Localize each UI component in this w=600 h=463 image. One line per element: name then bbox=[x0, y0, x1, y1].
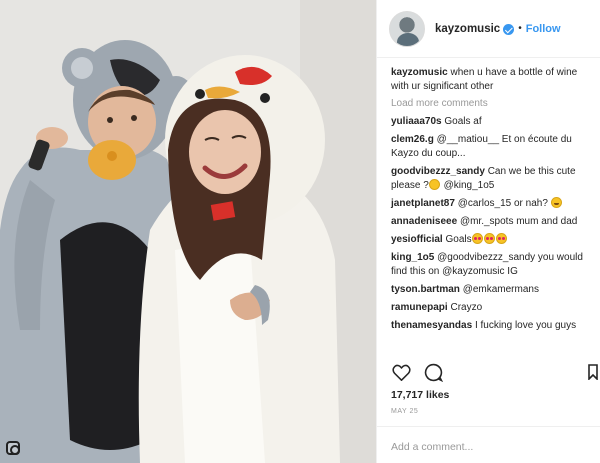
comment-text: Goals bbox=[445, 234, 472, 245]
smile-emoji-icon bbox=[428, 179, 440, 190]
heart-icon[interactable] bbox=[391, 362, 411, 382]
comment-icon[interactable] bbox=[423, 362, 443, 382]
comment-input-bar bbox=[377, 426, 600, 463]
comment-username[interactable]: king_1o5 bbox=[391, 252, 434, 263]
verified-badge-icon bbox=[503, 24, 515, 35]
comment-list: kayzomusic when u have a bottle of wine … bbox=[377, 66, 600, 337]
comment-item: yesiofficial Goals bbox=[391, 233, 589, 247]
comment-username[interactable]: yuliaaa70s bbox=[391, 116, 442, 127]
comment-item: goodvibezzz_sandy Can we be this cute pl… bbox=[391, 165, 589, 193]
comment-item: ramunepapi Crayzo bbox=[391, 301, 589, 315]
add-comment-input[interactable] bbox=[391, 441, 587, 453]
separator-dot: • bbox=[518, 23, 522, 34]
heart-eyes-emoji-icon bbox=[471, 233, 483, 244]
comment-item: clem26.g @__matiou__ Et on écoute du Kay… bbox=[391, 133, 589, 161]
comment-username[interactable]: ramunepapi bbox=[391, 302, 448, 313]
comment-text: @mr._spots mum and dad bbox=[459, 216, 578, 227]
caption: kayzomusic when u have a bottle of wine … bbox=[391, 66, 589, 94]
laughing-emoji-icon bbox=[550, 197, 562, 208]
caption-username[interactable]: kayzomusic bbox=[391, 67, 448, 78]
post-sidebar: kayzomusic • Follow kayzomusic when u ha… bbox=[376, 0, 600, 463]
post-date: MAY 25 bbox=[391, 408, 419, 415]
post-photo[interactable] bbox=[0, 0, 376, 463]
comment-username[interactable]: clem26.g bbox=[391, 134, 434, 145]
action-bar bbox=[391, 362, 443, 382]
comment-text: Crayzo bbox=[450, 302, 483, 313]
heart-eyes-emoji-icon bbox=[483, 233, 495, 244]
load-more-comments-button[interactable]: Load more comments bbox=[391, 98, 589, 109]
bookmark-icon[interactable] bbox=[588, 364, 598, 385]
comment-text: @carlos_15 or nah? bbox=[457, 198, 548, 209]
comment-username[interactable]: goodvibezzz_sandy bbox=[391, 166, 485, 177]
comment-username[interactable]: tyson.bartman bbox=[391, 284, 460, 295]
post-header: kayzomusic • Follow bbox=[377, 0, 600, 58]
follow-button[interactable]: Follow bbox=[526, 23, 561, 35]
comment-username[interactable]: thenamesyandas bbox=[391, 320, 472, 331]
comment-item: tyson.bartman @emkamermans bbox=[391, 283, 589, 297]
comment-username[interactable]: janetplanet87 bbox=[391, 198, 455, 209]
comment-item: king_1o5 @goodvibezzz_sandy you would fi… bbox=[391, 251, 589, 279]
comment-item: annadeniseee @mr._spots mum and dad bbox=[391, 215, 589, 229]
instagram-icon bbox=[6, 441, 20, 455]
costume-couple-illustration bbox=[0, 0, 376, 463]
comment-text: @emkamermans bbox=[462, 284, 539, 295]
comment-mention[interactable]: @king_1o5 bbox=[441, 180, 495, 191]
heart-eyes-emoji-icon bbox=[495, 233, 507, 244]
comment-item: janetplanet87 @carlos_15 or nah? bbox=[391, 197, 589, 211]
comment-item: yuliaaa70s Goals af bbox=[391, 115, 589, 129]
comment-item: thenamesyandas I fucking love you guys bbox=[391, 319, 589, 333]
comment-username[interactable]: yesiofficial bbox=[391, 234, 443, 245]
post-username[interactable]: kayzomusic bbox=[435, 23, 500, 35]
comment-text: Goals af bbox=[444, 116, 482, 127]
like-count[interactable]: 17,717 likes bbox=[391, 389, 449, 401]
avatar[interactable] bbox=[389, 10, 425, 47]
comment-text: I fucking love you guys bbox=[474, 320, 577, 331]
comment-username[interactable]: annadeniseee bbox=[391, 216, 457, 227]
